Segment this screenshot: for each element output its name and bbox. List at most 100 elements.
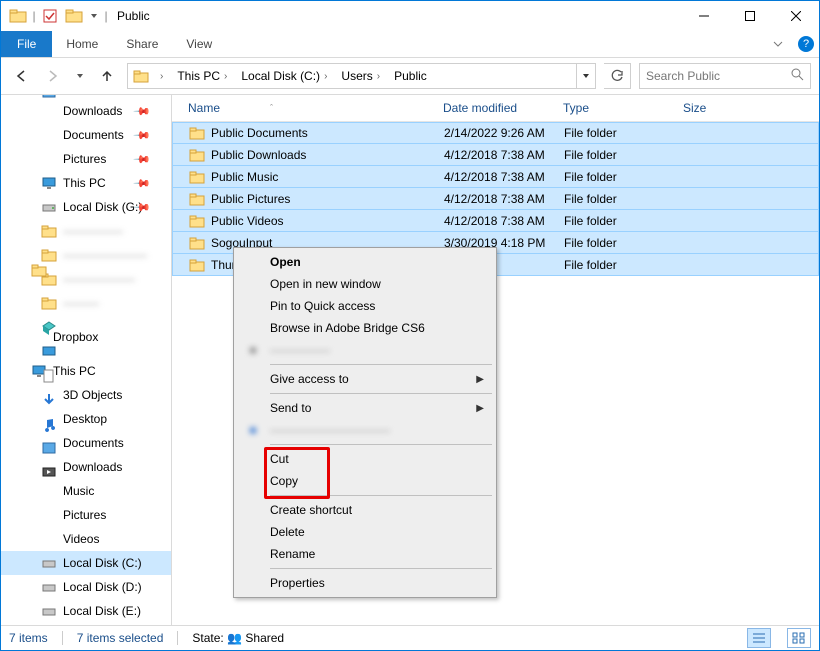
file-row[interactable]: Public Music4/12/2018 7:38 AMFile folder <box>172 166 819 188</box>
search-box[interactable]: Search Public <box>639 63 811 89</box>
folder-icon <box>41 247 57 263</box>
navigation-pane[interactable]: Downloads📌 Documents📌 Pictures📌 This PC📌… <box>1 95 172 625</box>
chevron-right-icon[interactable]: › <box>156 71 167 82</box>
chevron-right-icon[interactable]: › <box>373 71 384 82</box>
file-row[interactable]: Public Pictures4/12/2018 7:38 AMFile fol… <box>172 188 819 210</box>
file-tab[interactable]: File <box>1 31 52 57</box>
nav-local-disk-d[interactable]: Local Disk (D:) <box>1 575 171 599</box>
sort-asc-icon: ˆ <box>270 103 273 113</box>
crumb-public[interactable]: Public <box>390 64 431 88</box>
ctx-send-to[interactable]: Send to▶ <box>236 397 494 419</box>
ctx-pin-quick-access[interactable]: Pin to Quick access <box>236 295 494 317</box>
minimize-button[interactable] <box>681 1 727 31</box>
ctx-delete[interactable]: Delete <box>236 521 494 543</box>
nav-this-pc[interactable]: This PC <box>1 359 171 383</box>
nav-this-pc-pinned[interactable]: This PC📌 <box>1 171 171 195</box>
nav-blurred-drive[interactable]: —————— <box>1 623 171 625</box>
ctx-blurred-a[interactable]: ■————— <box>236 339 494 361</box>
expand-ribbon-icon[interactable] <box>763 31 793 57</box>
properties-icon[interactable] <box>39 5 61 27</box>
address-bar-row: › This PC› Local Disk (C:)› Users› Publi… <box>1 58 819 95</box>
ctx-create-shortcut[interactable]: Create shortcut <box>236 499 494 521</box>
ctx-give-access-to[interactable]: Give access to▶ <box>236 368 494 390</box>
nav-blurred-1[interactable]: ————— <box>1 219 171 243</box>
back-button[interactable] <box>9 64 33 88</box>
new-folder-icon[interactable] <box>63 5 85 27</box>
shared-icon: 👥 <box>227 631 242 645</box>
window-title: Public <box>109 9 681 23</box>
drive-icon <box>41 555 57 571</box>
refresh-button[interactable] <box>604 63 631 89</box>
chevron-right-icon[interactable]: › <box>320 71 331 82</box>
ctx-properties[interactable]: Properties <box>236 572 494 594</box>
file-name: Public Documents <box>211 126 308 140</box>
folder-icon <box>189 191 205 207</box>
recent-locations-icon[interactable] <box>73 64 87 88</box>
ctx-copy[interactable]: Copy <box>236 470 494 492</box>
col-size[interactable]: Size <box>683 101 819 115</box>
address-dropdown-icon[interactable] <box>576 64 595 88</box>
ctx-separator <box>270 495 492 496</box>
nav-dropbox[interactable]: Dropbox <box>1 325 171 349</box>
ctx-open-new-window[interactable]: Open in new window <box>236 273 494 295</box>
breadcrumb-bar[interactable]: › This PC› Local Disk (C:)› Users› Publi… <box>127 63 596 89</box>
nav-blurred-3[interactable]: —————— <box>1 267 171 291</box>
col-date[interactable]: Date modified <box>443 101 563 115</box>
forward-button[interactable] <box>41 64 65 88</box>
crumb-this-pc[interactable]: This PC› <box>173 64 235 88</box>
maximize-button[interactable] <box>727 1 773 31</box>
up-button[interactable] <box>95 64 119 88</box>
qat-customize-icon[interactable] <box>87 5 101 27</box>
ctx-rename[interactable]: Rename <box>236 543 494 565</box>
nav-videos[interactable]: Videos <box>1 527 171 551</box>
ctx-browse-bridge[interactable]: Browse in Adobe Bridge CS6 <box>236 317 494 339</box>
chevron-right-icon[interactable]: › <box>220 71 231 82</box>
folder-icon <box>189 125 205 141</box>
col-name[interactable]: Nameˆ <box>188 101 443 115</box>
nav-3d-objects[interactable]: 3D Objects <box>1 383 171 407</box>
file-date: 4/12/2018 7:38 AM <box>444 148 564 162</box>
nav-pictures[interactable]: Pictures📌 <box>1 147 171 171</box>
ctx-open[interactable]: Open <box>236 251 494 273</box>
ctx-blurred-b[interactable]: ■—————————— <box>236 419 494 441</box>
view-tab[interactable]: View <box>172 31 226 57</box>
ctx-cut[interactable]: Cut <box>236 448 494 470</box>
file-row[interactable]: Public Downloads4/12/2018 7:38 AMFile fo… <box>172 144 819 166</box>
nav-downloads[interactable]: Downloads📌 <box>1 99 171 123</box>
file-type: File folder <box>564 148 684 162</box>
close-button[interactable] <box>773 1 819 31</box>
explorer-window: | | Public File Home Share View ? <box>0 0 820 651</box>
nav-music[interactable]: Music <box>1 479 171 503</box>
thispc-icon <box>41 175 57 191</box>
help-button[interactable]: ? <box>793 31 819 57</box>
file-row[interactable]: Public Videos4/12/2018 7:38 AMFile folde… <box>172 210 819 232</box>
nav-documents[interactable]: Documents📌 <box>1 123 171 147</box>
crumb-local-disk-c[interactable]: Local Disk (C:)› <box>237 64 335 88</box>
pin-icon: 📌 <box>133 174 152 193</box>
nav-blurred-2[interactable]: ——————— <box>1 243 171 267</box>
nav-blurred-4[interactable]: ——— <box>1 291 171 315</box>
nav-downloads-2[interactable]: Downloads <box>1 455 171 479</box>
context-menu: Open Open in new window Pin to Quick acc… <box>233 247 497 598</box>
drive-icon <box>41 579 57 595</box>
nav-local-disk-g[interactable]: Local Disk (G:)📌 <box>1 195 171 219</box>
home-tab[interactable]: Home <box>52 31 112 57</box>
pin-icon: 📌 <box>133 102 152 121</box>
crumb-users[interactable]: Users› <box>337 64 388 88</box>
file-date: 2/14/2022 9:26 AM <box>444 126 564 140</box>
ctx-separator <box>270 444 492 445</box>
nav-local-disk-c[interactable]: Local Disk (C:) <box>1 551 171 575</box>
status-item-count: 7 items <box>9 631 48 645</box>
nav-local-disk-e[interactable]: Local Disk (E:) <box>1 599 171 623</box>
file-type: File folder <box>564 192 684 206</box>
file-row[interactable]: Public Documents2/14/2022 9:26 AMFile fo… <box>172 122 819 144</box>
nav-pictures-2[interactable]: Pictures <box>1 503 171 527</box>
col-type[interactable]: Type <box>563 101 683 115</box>
pictures-icon <box>41 151 57 167</box>
share-tab[interactable]: Share <box>112 31 172 57</box>
status-state: State: 👥 Shared <box>192 631 284 645</box>
nav-desktop[interactable]: Desktop <box>1 407 171 431</box>
nav-documents-2[interactable]: Documents <box>1 431 171 455</box>
large-icons-view-button[interactable] <box>787 628 811 648</box>
details-view-button[interactable] <box>747 628 771 648</box>
